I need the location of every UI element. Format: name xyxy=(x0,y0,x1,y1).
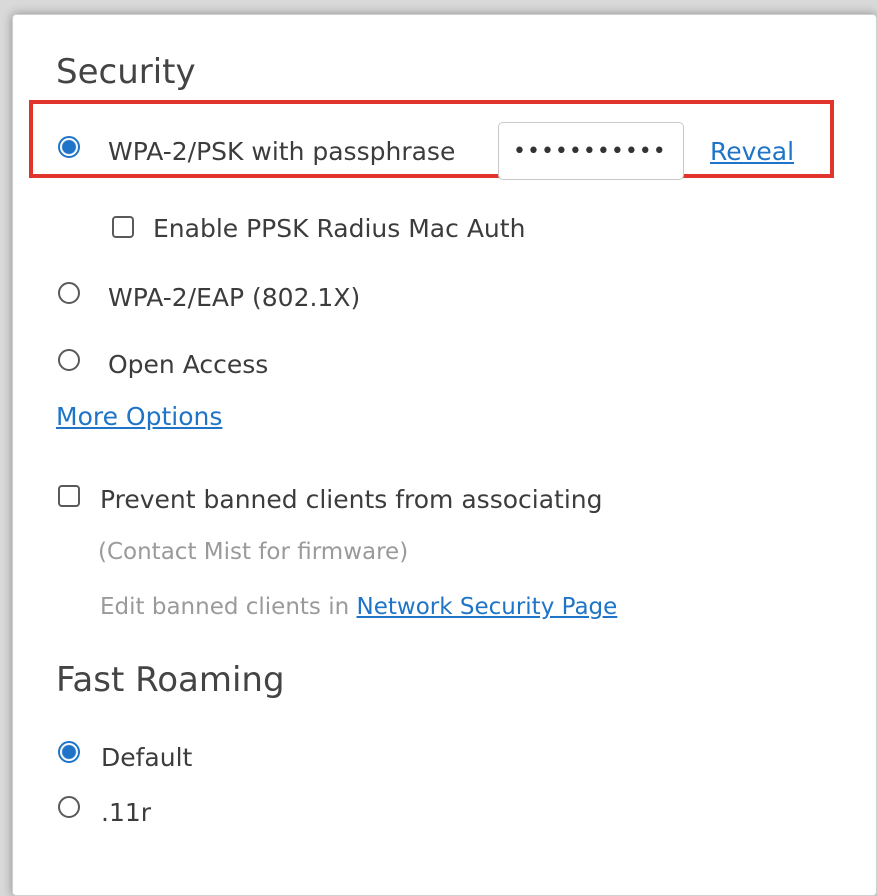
reveal-link[interactable]: Reveal xyxy=(710,139,794,164)
security-heading: Security xyxy=(56,52,196,92)
fast-roaming-11r-label: .11r xyxy=(101,798,152,827)
edit-banned-text: Edit banned clients in xyxy=(100,594,350,620)
network-security-page-link[interactable]: Network Security Page xyxy=(357,594,618,620)
open-access-label: Open Access xyxy=(108,350,269,379)
ppsk-radius-checkbox[interactable] xyxy=(112,216,134,238)
wpa2-psk-radio[interactable] xyxy=(58,136,80,158)
wpa2-psk-label: WPA-2/PSK with passphrase xyxy=(108,137,456,166)
firmware-note: (Contact Mist for firmware) xyxy=(98,539,409,565)
open-access-radio[interactable] xyxy=(58,349,80,371)
wpa2-eap-radio[interactable] xyxy=(58,282,80,304)
prevent-banned-label: Prevent banned clients from associating xyxy=(100,485,603,514)
fast-roaming-11r-radio[interactable] xyxy=(58,796,80,818)
fast-roaming-heading: Fast Roaming xyxy=(56,660,285,700)
passphrase-input[interactable] xyxy=(498,122,684,180)
ppsk-radius-label: Enable PPSK Radius Mac Auth xyxy=(153,214,526,243)
wpa2-eap-label: WPA-2/EAP (802.1X) xyxy=(108,283,361,312)
wlan-settings-panel: Security WPA-2/PSK with passphrase Revea… xyxy=(12,14,877,896)
more-options-link[interactable]: More Options xyxy=(56,404,222,429)
fast-roaming-default-label: Default xyxy=(101,743,193,772)
edit-banned-note: Edit banned clients in Network Security … xyxy=(100,596,617,619)
prevent-banned-checkbox[interactable] xyxy=(58,485,80,507)
fast-roaming-default-radio[interactable] xyxy=(58,741,80,763)
